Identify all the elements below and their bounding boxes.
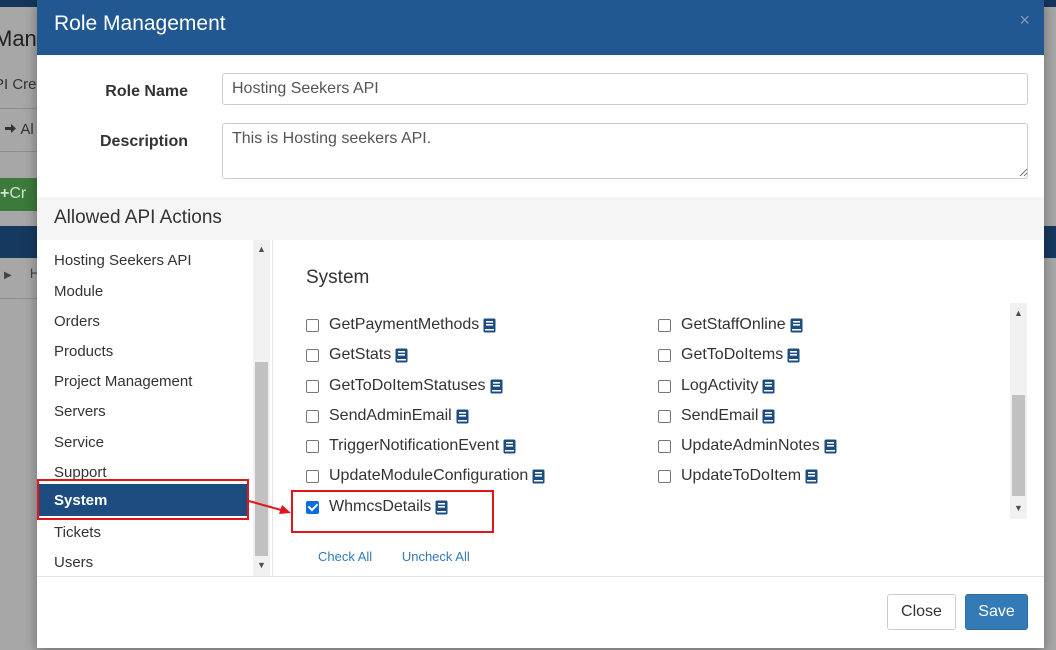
- book-icon[interactable]: [805, 469, 818, 484]
- action-item-getpaymentmethods[interactable]: GetPaymentMethods: [306, 313, 496, 337]
- background-divider: [0, 298, 40, 299]
- category-item-service[interactable]: Service: [37, 425, 248, 455]
- action-item-gettodoitems[interactable]: GetToDoItems: [658, 343, 800, 367]
- action-label: GetStats: [329, 346, 392, 363]
- action-item-triggernotificationevent[interactable]: TriggerNotificationEvent: [306, 434, 516, 458]
- category-item-hosting-seekers-api[interactable]: Hosting Seekers API: [37, 243, 248, 273]
- action-item-sendemail[interactable]: SendEmail: [658, 404, 775, 428]
- action-item-getstats[interactable]: GetStats: [306, 343, 408, 367]
- background-tab: Al: [4, 121, 34, 138]
- scroll-up-icon[interactable]: ▲: [253, 241, 270, 258]
- book-icon[interactable]: [790, 318, 803, 333]
- book-icon[interactable]: [824, 439, 837, 454]
- action-label: LogActivity: [681, 377, 759, 394]
- action-item-sendadminemail[interactable]: SendAdminEmail: [306, 404, 469, 428]
- category-item-products[interactable]: Products: [37, 334, 248, 364]
- checkbox[interactable]: [306, 439, 319, 453]
- description-textarea[interactable]: This is Hosting seekers API.: [222, 123, 1028, 179]
- close-button[interactable]: Close: [887, 594, 956, 630]
- action-label: GetPaymentMethods: [329, 316, 480, 333]
- plus-icon: +: [0, 185, 10, 202]
- resize-grip-icon[interactable]: [1019, 168, 1028, 177]
- background-divider: [0, 151, 40, 152]
- actions-section-title: System: [306, 267, 370, 288]
- action-item-updateadminnotes[interactable]: UpdateAdminNotes: [658, 434, 837, 458]
- action-label: TriggerNotificationEvent: [329, 437, 500, 454]
- book-icon[interactable]: [762, 379, 775, 394]
- book-icon[interactable]: [762, 409, 775, 424]
- category-list: Hosting Seekers API Module Orders Produc…: [37, 240, 272, 576]
- checkbox[interactable]: [306, 318, 319, 332]
- background-subtitle: PI Cre: [0, 76, 37, 93]
- checkbox[interactable]: [658, 318, 671, 332]
- book-icon[interactable]: [787, 348, 800, 363]
- background-table-row: ▶ H: [4, 265, 40, 281]
- action-label: UpdateToDoItem: [681, 467, 802, 484]
- action-label: GetToDoItems: [681, 346, 784, 363]
- actions-list: GetPaymentMethods GetStaffOnline GetStat…: [306, 303, 1006, 519]
- close-icon[interactable]: ×: [1019, 10, 1030, 31]
- book-icon[interactable]: [456, 409, 469, 424]
- allowed-api-actions-title: Allowed API Actions: [54, 207, 222, 228]
- category-item-module[interactable]: Module: [37, 274, 248, 304]
- action-label: GetStaffOnline: [681, 316, 786, 333]
- category-item-orders[interactable]: Orders: [37, 304, 248, 334]
- check-links: Check All Uncheck All: [318, 549, 470, 564]
- book-icon[interactable]: [395, 348, 408, 363]
- checkbox[interactable]: [658, 409, 671, 423]
- role-name-label: Role Name: [105, 83, 188, 100]
- book-icon[interactable]: [532, 469, 545, 484]
- modal-header: Role Management ×: [37, 0, 1044, 55]
- background-create-button: +Cr: [0, 178, 40, 211]
- modal-title: Role Management: [54, 12, 226, 35]
- actions-scrollbar-thumb[interactable]: [1012, 395, 1025, 496]
- category-scrollbar[interactable]: ▲ ▼: [253, 240, 270, 576]
- background-divider: [0, 108, 40, 109]
- action-label: UpdateModuleConfiguration: [329, 467, 529, 484]
- action-item-gettodoitemstatuses[interactable]: GetToDoItemStatuses: [306, 374, 503, 398]
- action-item-updatemoduleconfiguration[interactable]: UpdateModuleConfiguration: [306, 464, 545, 488]
- checkbox[interactable]: [658, 348, 671, 362]
- book-icon[interactable]: [483, 318, 496, 333]
- role-management-modal: Role Management × Role Name Description …: [37, 0, 1044, 648]
- action-label: UpdateAdminNotes: [681, 437, 820, 454]
- checkbox[interactable]: [658, 469, 671, 483]
- uncheck-all-link[interactable]: Uncheck All: [402, 549, 470, 564]
- description-label: Description: [99, 133, 188, 150]
- category-scrollbar-thumb[interactable]: [255, 362, 268, 556]
- scroll-up-icon[interactable]: ▲: [1010, 305, 1027, 322]
- category-item-servers[interactable]: Servers: [37, 394, 248, 424]
- action-item-getstaffonline[interactable]: GetStaffOnline: [658, 313, 803, 337]
- action-label: SendAdminEmail: [329, 407, 452, 424]
- save-button[interactable]: Save: [965, 594, 1028, 630]
- role-name-input[interactable]: [222, 73, 1028, 105]
- action-item-updatetodoitem[interactable]: UpdateToDoItem: [658, 464, 818, 488]
- category-item-users[interactable]: Users: [37, 545, 248, 575]
- annotation-highlight-action: [291, 490, 494, 533]
- book-icon[interactable]: [490, 379, 503, 394]
- check-all-link[interactable]: Check All: [318, 549, 372, 564]
- category-item-project-management[interactable]: Project Management: [37, 364, 248, 394]
- checkbox[interactable]: [658, 439, 671, 453]
- action-item-logactivity[interactable]: LogActivity: [658, 374, 775, 398]
- caret-right-icon: ▶: [4, 270, 12, 281]
- action-label: SendEmail: [681, 407, 759, 424]
- actions-scrollbar[interactable]: ▲ ▼: [1010, 303, 1027, 519]
- scroll-down-icon[interactable]: ▼: [1010, 500, 1027, 517]
- checkbox[interactable]: [658, 379, 671, 393]
- book-icon[interactable]: [503, 439, 516, 454]
- checkbox[interactable]: [306, 409, 319, 423]
- checkbox[interactable]: [306, 348, 319, 362]
- checkbox[interactable]: [306, 379, 319, 393]
- annotation-highlight-category: [37, 479, 249, 520]
- action-label: GetToDoItemStatuses: [329, 377, 486, 394]
- sign-in-icon: [5, 124, 16, 133]
- scroll-down-icon[interactable]: ▼: [253, 557, 270, 574]
- checkbox[interactable]: [306, 469, 319, 483]
- footer-divider: [37, 576, 1044, 577]
